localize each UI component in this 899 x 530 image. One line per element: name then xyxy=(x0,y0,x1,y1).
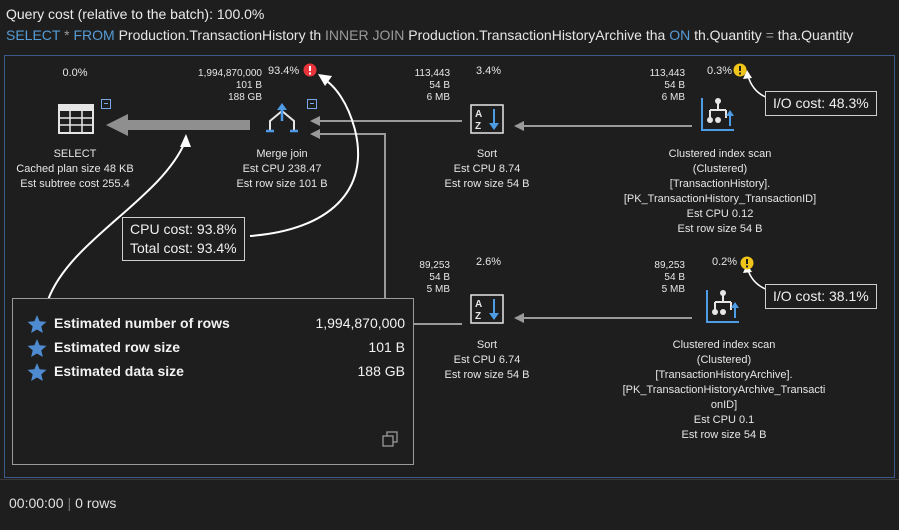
merge-est-cpu: Est CPU 238.47 xyxy=(242,163,322,175)
warning-icon[interactable] xyxy=(733,63,747,77)
select-input-arrow xyxy=(106,114,250,136)
scan-bottom-name: Clustered index scan xyxy=(672,339,776,351)
svg-text:A: A xyxy=(475,299,482,310)
tooltip-value: 188 GB xyxy=(357,363,405,379)
star-icon xyxy=(27,339,47,357)
merge-name: Merge join xyxy=(256,148,308,160)
svg-text:Z: Z xyxy=(475,311,481,322)
io-cost-top-callout: I/O cost: 48.3% xyxy=(765,91,877,116)
sort-bottom-cpu: Est CPU 6.74 xyxy=(453,354,521,366)
copy-icon[interactable] xyxy=(382,431,398,447)
scan-bottom-row-size: 54 B xyxy=(664,272,685,283)
scan-bottom-line2: [TransactionHistoryArchive]. xyxy=(655,369,793,381)
sort-bottom-cost: 2.6% xyxy=(476,256,502,268)
elapsed-time: 00:00:00 xyxy=(9,495,64,511)
select-cost: 0.0% xyxy=(62,67,88,79)
cpu-cost-text: CPU cost: 93.8% xyxy=(130,221,237,237)
sort-bottom-data-size: 5 MB xyxy=(426,284,450,295)
svg-text:A: A xyxy=(475,109,482,120)
sort-top-row-size-line: Est row size 54 B xyxy=(444,178,530,190)
error-icon[interactable] xyxy=(303,63,317,77)
tooltip-row: Estimated data size 188 GB xyxy=(27,361,405,383)
sort-bottom-row-size-line: Est row size 54 B xyxy=(444,369,530,381)
tooltip-value: 101 B xyxy=(368,339,405,355)
scan-top-cpu: Est CPU 0.12 xyxy=(686,208,754,220)
scan-bottom-rows: 89,253 xyxy=(654,260,685,271)
merge-row-size: 101 B xyxy=(235,80,262,91)
scan-top-line1: (Clustered) xyxy=(692,163,748,175)
clustered-index-scan-icon[interactable] xyxy=(705,288,741,326)
merge-data-size: 188 GB xyxy=(228,92,262,103)
scan-top-line3: [PK_TransactionHistory_TransactionID] xyxy=(623,193,817,205)
sort-top-cost: 3.4% xyxy=(476,65,502,77)
star-icon xyxy=(27,363,47,381)
scan-bottom-row-size-line: Est row size 54 B xyxy=(681,429,767,441)
merge-collapse-button[interactable] xyxy=(307,99,317,109)
scan-top-line2: [TransactionHistory]. xyxy=(669,178,771,190)
tooltip-value: 1,994,870,000 xyxy=(315,315,405,331)
sort-top-row-size: 54 B xyxy=(429,80,450,91)
tooltip-row: Estimated number of rows 1,994,870,000 xyxy=(27,313,405,335)
select-grid-icon[interactable] xyxy=(58,104,94,134)
footer-separator: | xyxy=(67,495,72,511)
sort-top-rows: 113,443 xyxy=(414,68,450,79)
scan-top-cost: 0.3% xyxy=(707,65,733,77)
scan-bottom-line4: onID] xyxy=(710,399,738,411)
scan-top-row-size: 54 B xyxy=(664,80,685,91)
sort-top-data-size: 6 MB xyxy=(426,92,450,103)
sort-top-cpu: Est CPU 8.74 xyxy=(453,163,521,175)
merge-rows: 1,994,870,000 xyxy=(198,68,262,79)
scan-bottom-cpu: Est CPU 0.1 xyxy=(693,414,755,426)
scan-bottom-data-size: 5 MB xyxy=(661,284,685,295)
scan-top-name: Clustered index scan xyxy=(668,148,772,160)
warning-icon[interactable] xyxy=(740,256,754,270)
sort-bottom-rows: 89,253 xyxy=(419,260,450,271)
select-name: SELECT xyxy=(53,148,97,160)
sort-bottom-name: Sort xyxy=(476,339,498,351)
scan-bottom-cost: 0.2% xyxy=(712,256,738,268)
merge-join-icon[interactable] xyxy=(264,103,300,133)
scan-bottom-line3: [PK_TransactionHistoryArchive_Transacti xyxy=(622,384,826,396)
scan-bottom-line1: (Clustered) xyxy=(696,354,752,366)
select-cached-plan: Cached plan size 48 KB xyxy=(16,163,134,175)
sort-top-name: Sort xyxy=(476,148,498,160)
select-subtree-cost: Est subtree cost 255.4 xyxy=(20,178,130,190)
cost-callout: CPU cost: 93.8% Total cost: 93.4% xyxy=(122,217,245,261)
sort-az-icon[interactable]: A Z xyxy=(470,104,504,134)
estimates-tooltip: Estimated number of rows 1,994,870,000 E… xyxy=(12,298,414,465)
select-collapse-button[interactable] xyxy=(101,99,111,109)
row-count: 0 rows xyxy=(75,495,117,511)
sort-bottom-row-size: 54 B xyxy=(429,272,450,283)
star-icon xyxy=(27,315,47,333)
tooltip-label: Estimated data size xyxy=(54,363,184,379)
svg-text:Z: Z xyxy=(475,121,481,132)
total-cost-text: Total cost: 93.4% xyxy=(130,240,237,256)
tooltip-label: Estimated row size xyxy=(54,339,181,355)
scan-top-row-size-line: Est row size 54 B xyxy=(677,223,763,235)
scan-top-data-size: 6 MB xyxy=(661,92,685,103)
tooltip-label: Estimated number of rows xyxy=(54,315,230,331)
io-cost-bottom-callout: I/O cost: 38.1% xyxy=(765,284,877,309)
merge-row-size-line: Est row size 101 B xyxy=(236,178,328,190)
scan-top-rows: 113,443 xyxy=(649,68,685,79)
tooltip-row: Estimated row size 101 B xyxy=(27,337,405,359)
status-footer: 00:00:00 | 0 rows xyxy=(0,479,899,530)
clustered-index-scan-icon[interactable] xyxy=(700,96,736,134)
sort-az-icon[interactable]: A Z xyxy=(470,294,504,324)
merge-cost: 93.4% xyxy=(268,65,300,77)
